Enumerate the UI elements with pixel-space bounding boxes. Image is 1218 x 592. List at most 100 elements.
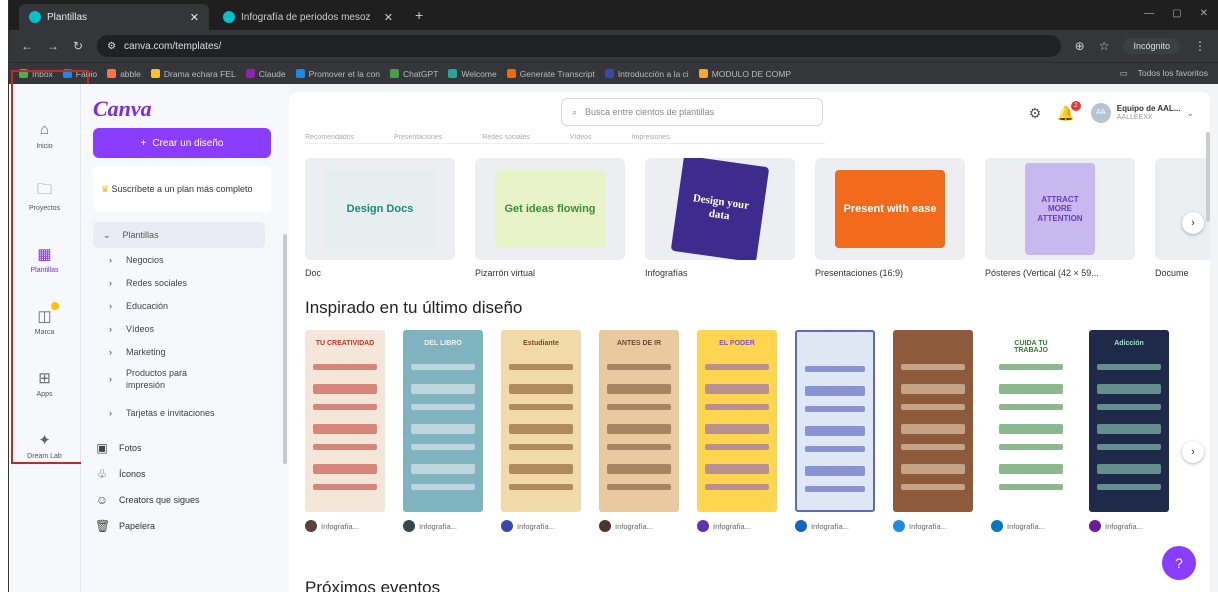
search-input[interactable]: ⌕ Busca entre cientos de plantillas	[561, 98, 823, 126]
bookmark-item[interactable]: ChatGPT	[389, 69, 438, 79]
next-types-arrow-icon[interactable]: ›	[1182, 212, 1204, 234]
new-tab-button[interactable]: +	[407, 7, 431, 23]
tree-item[interactable]: › Negocios	[93, 248, 265, 271]
category-tab[interactable]: Redes sociales	[482, 134, 529, 143]
canva-logo[interactable]: Canva	[93, 90, 277, 128]
panel-link-4[interactable]: 🗑 Papelera	[93, 513, 277, 539]
incognito-badge[interactable]: Incógnito	[1123, 38, 1180, 54]
content-block	[509, 364, 573, 370]
tree-item[interactable]: › Marketing	[93, 340, 265, 363]
maximize-icon[interactable]: ▢	[1172, 8, 1181, 19]
close-tab-icon[interactable]: ✕	[190, 11, 199, 24]
close-window-icon[interactable]: ✕	[1200, 8, 1208, 19]
all-bookmarks[interactable]: ▭ Todos los favoritos	[1120, 68, 1208, 79]
rail-item-apps[interactable]: ⊞ Apps	[9, 352, 80, 414]
subscribe-card[interactable]: ♛ Suscríbete a un plan más completo	[93, 166, 271, 212]
bookmark-favicon-icon	[448, 69, 458, 78]
content-block	[901, 404, 965, 410]
forward-icon[interactable]: →	[47, 39, 59, 53]
next-designs-arrow-icon[interactable]: ›	[1182, 441, 1204, 463]
recent-design-card[interactable]: Infografía...	[893, 330, 973, 532]
bookmark-item[interactable]: Promover et la con	[295, 69, 380, 79]
team-switcher[interactable]: AA Equipo de AAL... AALLEEXX ⌄	[1090, 103, 1194, 123]
upcoming-events-title: Próximos eventos	[305, 578, 441, 592]
star-icon[interactable]: ☆	[1099, 39, 1110, 53]
category-tab[interactable]: Recomendados	[305, 134, 354, 143]
chevron-down-icon: ⌄	[1186, 107, 1194, 118]
design-type-card[interactable]: Design your data Infografías	[645, 158, 795, 278]
recent-design-card[interactable]: CUIDA TU TRABAJO Infografía...	[991, 330, 1071, 532]
category-tab[interactable]: Presentaciones	[394, 134, 442, 143]
search-placeholder: Busca entre cientos de plantillas	[585, 107, 715, 117]
panel-link-3[interactable]: ☺ Creators que sigues	[93, 487, 277, 513]
url-input[interactable]: ⚙ canva.com/templates/	[97, 35, 1061, 57]
content-block	[607, 444, 671, 450]
tree-item[interactable]: › Tarjetas e invitaciones	[93, 397, 265, 431]
site-info-icon[interactable]: ⚙	[107, 41, 116, 52]
top-right-actions: ⚙ 🔔 2 AA Equipo de AAL... AALLEEXX ⌄	[1029, 100, 1194, 123]
tree-item-label: Tarjetas e invitaciones	[126, 408, 215, 419]
tree-item[interactable]: › Productos para impresión	[93, 363, 265, 397]
content-block	[705, 384, 769, 394]
content-block	[901, 364, 965, 370]
help-button[interactable]: ?	[1162, 546, 1196, 580]
category-tab[interactable]: Impresiones	[632, 134, 670, 143]
menu-icon[interactable]: ⋮	[1194, 39, 1206, 53]
thumbnail-art: ATTRACT MORE ATTENTION	[1025, 163, 1095, 255]
recent-design-card[interactable]: TU CREATIVIDAD Infografía...	[305, 330, 385, 532]
content-block	[705, 444, 769, 450]
tab-infografia[interactable]: Infografía de periodos mesoz ✕	[213, 4, 403, 30]
recent-design-card[interactable]: Estudiante Infografía...	[501, 330, 581, 532]
notifications-bell-icon[interactable]: 🔔 2	[1057, 100, 1081, 122]
translate-icon[interactable]: ⊕	[1075, 39, 1085, 53]
close-tab-icon[interactable]: ✕	[384, 11, 393, 24]
bookmark-item[interactable]: Claude	[245, 69, 286, 79]
recent-design-card[interactable]: Adicción Infografía...	[1089, 330, 1169, 532]
recent-design-card[interactable]: ANTES DE IR Infografía...	[599, 330, 679, 532]
tab-plantillas[interactable]: Plantillas ✕	[19, 4, 209, 30]
minimize-icon[interactable]: —	[1144, 8, 1154, 19]
back-icon[interactable]: ←	[21, 39, 33, 53]
rail-item-marca[interactable]: ◫ Marca	[9, 290, 80, 352]
tree-item[interactable]: › Vídeos	[93, 317, 265, 340]
panel-scrollbar[interactable]	[283, 234, 287, 464]
bookmark-item[interactable]: Generate Transcript	[506, 69, 595, 79]
bookmark-item[interactable]: Introducción a la ci	[604, 69, 689, 79]
tree-item[interactable]: › Educación	[93, 294, 265, 317]
rail-item-proyectos[interactable]: 🗀 Proyectos	[9, 166, 80, 228]
design-type-card[interactable]: Get ideas flowing Pizarrón virtual	[475, 158, 625, 278]
design-type-label: Infografía...	[1105, 521, 1143, 531]
design-type-card[interactable]: Present with ease Presentaciones (16:9)	[815, 158, 965, 278]
templates-heading[interactable]: ⌄ Plantillas	[93, 222, 265, 248]
bookmark-item[interactable]: Drama echara FEL	[150, 69, 236, 79]
category-tab[interactable]: Vídeos	[570, 134, 592, 143]
bookmark-item[interactable]: MODULO DE COMP	[698, 69, 791, 79]
create-design-button[interactable]: + Crear un diseño	[93, 128, 271, 158]
home-icon: ⌂	[39, 121, 50, 138]
recent-design-card[interactable]: Infografía...	[795, 330, 875, 532]
panel-link-2[interactable]: ♧ Íconos	[93, 461, 277, 487]
design-type-thumbnail: ATTRACT MORE ATTENTION	[985, 158, 1135, 260]
settings-gear-icon[interactable]: ⚙	[1029, 105, 1042, 122]
design-type-card[interactable]: ATTRACT MORE ATTENTION Pósteres (Vertical…	[985, 158, 1135, 278]
design-types-row: Design Docs Doc Get ideas flowing Pizarrón …	[289, 144, 1210, 278]
content-block	[705, 464, 769, 474]
reload-icon[interactable]: ↻	[73, 39, 83, 53]
tree-item[interactable]: › Redes sociales	[93, 271, 265, 294]
main-scrollbar[interactable]	[1206, 132, 1210, 222]
rail-item-dream-lab[interactable]: ✦ Dream Lab	[9, 414, 80, 476]
folder-icon: 🗀	[36, 181, 52, 198]
rail-item-plantillas[interactable]: ▦ Plantillas	[9, 228, 80, 290]
bookmark-item[interactable]: Welcome	[448, 69, 497, 79]
recent-design-card[interactable]: DEL LIBRO Infografía...	[403, 330, 483, 532]
trash-icon: 🗑	[95, 519, 111, 533]
design-type-card[interactable]: Design Docs Doc	[305, 158, 455, 278]
recent-design-card[interactable]: EL PODER Infografía...	[697, 330, 777, 532]
chevron-right-icon: ›	[109, 408, 112, 419]
design-meta: Infografía...	[599, 520, 679, 532]
panel-link-1[interactable]: ▣ Fotos	[93, 435, 277, 461]
bookmark-item[interactable]: abble	[107, 69, 141, 79]
rail-item-inicio[interactable]: ⌂ Inicio	[9, 104, 80, 166]
design-thumbnail: TU CREATIVIDAD	[305, 330, 385, 512]
rail-item-label: Inicio	[36, 142, 53, 150]
